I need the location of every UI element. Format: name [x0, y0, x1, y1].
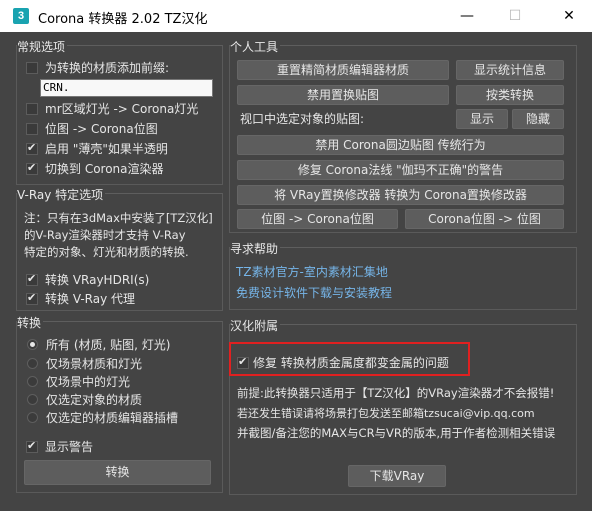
show-warnings-label: 显示警告	[45, 440, 94, 454]
disable-displacement-button[interactable]: 禁用置换贴图	[237, 85, 449, 105]
convert-by-class-button[interactable]: 按类转换	[456, 85, 564, 105]
radio-all-label: 所有 (材质, 贴图, 灯光)	[46, 338, 171, 352]
help-title: 寻求帮助	[230, 240, 281, 257]
add-prefix-label: 为转换的材质添加前缀:	[45, 61, 170, 75]
window-title: Corona 转换器 2.02 TZ汉化	[38, 12, 208, 27]
radio-dot[interactable]	[27, 376, 38, 387]
minimize-button[interactable]: —	[444, 0, 490, 32]
checkbox-box-checked[interactable]	[26, 141, 38, 155]
bitmap-to-corona-checkbox[interactable]: 位图 -> Corona位图	[26, 120, 158, 137]
radio-material-editor-slots[interactable]: 仅选定的材质编辑器插槽	[27, 409, 178, 426]
checkbox-box-checked[interactable]	[237, 355, 249, 369]
vray-note-line1: 注：只有在3dMax中安装了[TZ汉化]	[24, 211, 213, 225]
addon-title: 汉化附属	[230, 317, 281, 334]
bitmap-to-corona-bitmap-button[interactable]: 位图 -> Corona位图	[237, 209, 398, 229]
reset-material-editor-button[interactable]: 重置精简材质编辑器材质	[237, 60, 449, 80]
mr-area-light-checkbox[interactable]: mr区域灯光 -> Corona灯光	[26, 100, 198, 117]
add-prefix-checkbox[interactable]: 为转换的材质添加前缀:	[26, 59, 169, 76]
convert-vrayhdri-label: 转换 VRayHDRI(s)	[45, 273, 150, 287]
show-maps-button[interactable]: 显示	[456, 109, 508, 129]
bitmap-to-corona-label: 位图 -> Corona位图	[45, 122, 158, 136]
radio-scene-lights[interactable]: 仅场景中的灯光	[27, 373, 130, 390]
addon-note-line2: 若还发生错误请将场景打包发送至邮箱tzsucai@vip.qq.com	[237, 407, 535, 420]
radio-scene-lights-label: 仅场景中的灯光	[46, 375, 131, 389]
close-button[interactable]: ✕	[546, 0, 592, 32]
tools-title: 个人工具	[230, 38, 281, 55]
corona-bitmap-to-bitmap-button[interactable]: Corona位图 -> 位图	[405, 209, 564, 229]
radio-selected-objects-label: 仅选定对象的材质	[46, 393, 143, 407]
vray-options-title: V-Ray 特定选项	[17, 186, 106, 203]
checkbox-box-checked[interactable]	[26, 272, 38, 286]
fix-normals-button[interactable]: 修复 Corona法线 "伽玛不正确"的警告	[237, 160, 564, 180]
viewport-maps-label: 视口中选定对象的贴图:	[240, 112, 365, 126]
prefix-input[interactable]: CRN.	[40, 79, 213, 97]
tz-official-link[interactable]: TZ素材官方-室内素材汇集地	[236, 263, 388, 280]
radio-dot-selected[interactable]	[27, 339, 38, 350]
show-stats-button[interactable]: 显示统计信息	[456, 60, 564, 80]
vray-note-line2: 的V-Ray渲染器时才支持 V-Ray	[24, 228, 186, 242]
disable-round-corners-button[interactable]: 禁用 Corona圆边贴图 传统行为	[237, 135, 564, 155]
radio-material-editor-slots-label: 仅选定的材质编辑器插槽	[46, 411, 179, 425]
free-software-link[interactable]: 免费设计软件下载与安装教程	[236, 284, 392, 301]
hide-maps-button[interactable]: 隐藏	[512, 109, 564, 129]
maximize-button: ☐	[508, 8, 522, 24]
fix-metal-checkbox[interactable]: 修复 转换材质金属度都变金属的问题	[237, 354, 449, 371]
convert-vray-displacement-button[interactable]: 将 VRay置换修改器 转换为 Corona置换修改器	[237, 185, 564, 205]
convert-vray-proxy-label: 转换 V-Ray 代理	[45, 292, 135, 306]
enable-thin-checkbox[interactable]: 启用 "薄壳"如果半透明	[26, 140, 168, 157]
addon-note-line3: 并截图/备注您的MAX与CR与VR的版本,用于作者检测相关错误	[237, 426, 556, 440]
convert-title: 转换	[17, 314, 44, 331]
general-options-title: 常规选项	[17, 38, 68, 55]
title-bar: 3 Corona 转换器 2.02 TZ汉化 — ☐ ✕	[0, 0, 592, 32]
radio-dot[interactable]	[27, 412, 38, 423]
checkbox-box[interactable]	[26, 102, 38, 115]
switch-renderer-label: 切换到 Corona渲染器	[45, 162, 164, 176]
radio-scene-materials-lights-label: 仅场景材质和灯光	[46, 357, 143, 371]
checkbox-box[interactable]	[26, 61, 38, 74]
vray-note-line3: 特定的对象、灯光和材质的转换.	[24, 245, 189, 259]
mr-area-light-label: mr区域灯光 -> Corona灯光	[45, 102, 199, 116]
checkbox-box-checked[interactable]	[26, 439, 38, 453]
switch-renderer-checkbox[interactable]: 切换到 Corona渲染器	[26, 160, 164, 177]
convert-vray-proxy-checkbox[interactable]: 转换 V-Ray 代理	[26, 290, 135, 307]
fix-metal-label: 修复 转换材质金属度都变金属的问题	[253, 356, 449, 370]
download-vray-button[interactable]: 下载VRay	[348, 465, 446, 487]
convert-button[interactable]: 转换	[24, 460, 211, 485]
app-icon: 3	[13, 8, 29, 24]
show-warnings-checkbox[interactable]: 显示警告	[26, 438, 93, 455]
enable-thin-label: 启用 "薄壳"如果半透明	[45, 142, 168, 156]
convert-vrayhdri-checkbox[interactable]: 转换 VRayHDRI(s)	[26, 271, 149, 288]
radio-all[interactable]: 所有 (材质, 贴图, 灯光)	[27, 336, 170, 353]
addon-note-line1: 前提:此转换器只适用于【TZ汉化】的VRay渲染器才不会报错!	[237, 386, 555, 400]
checkbox-box-checked[interactable]	[26, 161, 38, 175]
radio-dot[interactable]	[27, 394, 38, 405]
checkbox-box-checked[interactable]	[26, 291, 38, 305]
radio-dot[interactable]	[27, 358, 38, 369]
radio-scene-materials-lights[interactable]: 仅场景材质和灯光	[27, 355, 142, 372]
checkbox-box[interactable]	[26, 122, 38, 135]
radio-selected-objects[interactable]: 仅选定对象的材质	[27, 391, 142, 408]
